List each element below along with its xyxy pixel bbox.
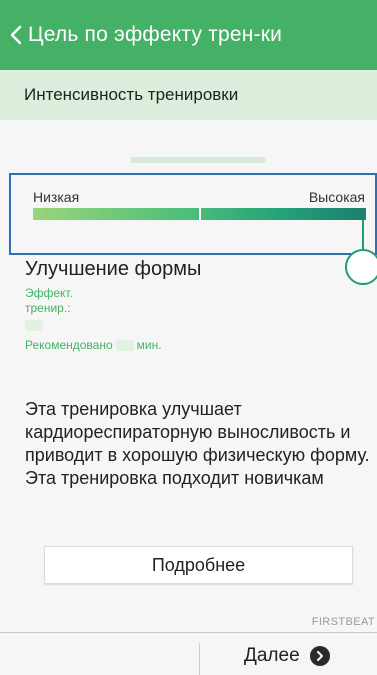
bottom-bar: Далее: [0, 632, 377, 675]
blurred-text: [130, 157, 266, 163]
recommended-suffix: мин.: [136, 338, 162, 352]
effect-value: [25, 318, 46, 332]
next-label: Далее: [244, 645, 300, 666]
bottom-divider: [199, 643, 200, 675]
page-title: Цель по эффекту трен-ки: [28, 23, 283, 46]
slider-pointer: [362, 220, 364, 252]
training-description: Эта тренировка улучшает кардиореспиратор…: [25, 399, 370, 488]
next-button[interactable]: Далее: [244, 645, 330, 667]
app-bar: Цель по эффекту трен-ки: [0, 0, 377, 70]
intensity-slider[interactable]: Низкая Высокая: [9, 173, 377, 285]
section-title: Интенсивность тренировки: [0, 70, 377, 120]
slider-handle[interactable]: [345, 249, 377, 285]
chevron-left-icon: [10, 25, 22, 45]
effect-label-1: Эффект.: [25, 286, 73, 300]
recommended-text: Рекомендовано мин.: [25, 338, 162, 352]
more-button[interactable]: Подробнее: [44, 546, 353, 584]
chevron-right-circle-icon: [309, 646, 330, 666]
slider-low-label: Низкая: [33, 189, 80, 205]
brand-label: FIRSTBEAT: [311, 616, 375, 628]
effect-label-2: тренир.:: [25, 301, 71, 315]
training-heading: Улучшение формы: [25, 258, 202, 280]
slider-high-label: Высокая: [308, 189, 365, 205]
recommended-prefix: Рекомендовано: [25, 338, 113, 352]
bar-divider: [199, 208, 201, 220]
back-button[interactable]: [0, 25, 28, 45]
recommended-value: [115, 340, 134, 352]
